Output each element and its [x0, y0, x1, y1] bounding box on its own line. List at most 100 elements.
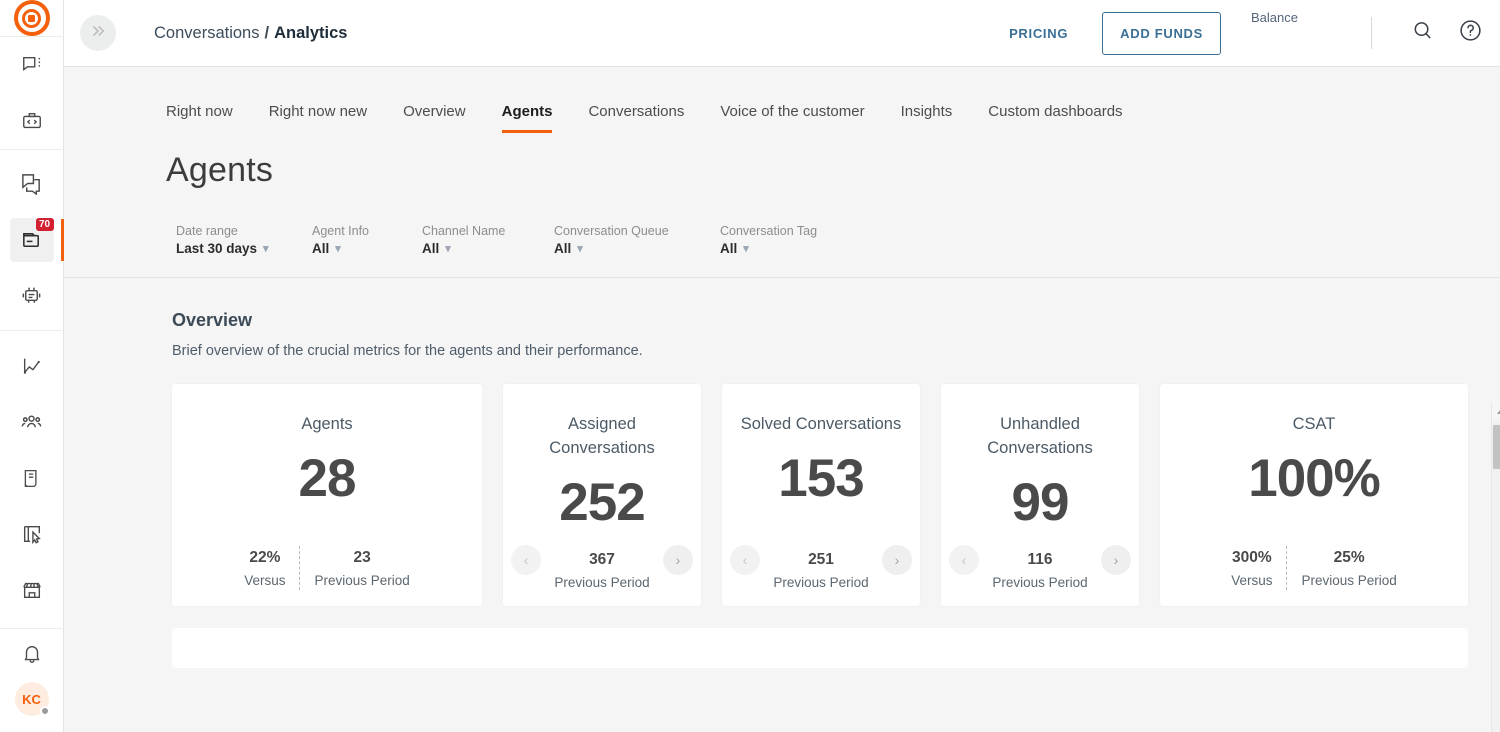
filter-conversation-tag-label: Conversation Tag: [720, 224, 860, 238]
metric-cards: Agents 28 22% Versus 23 Previous Period: [172, 384, 1468, 606]
metric-card-value: 153: [778, 452, 863, 505]
metric-previous-label: Previous Period: [314, 573, 409, 588]
filter-channel-name[interactable]: Channel Name All ▾: [422, 208, 544, 256]
filter-conversation-tag[interactable]: Conversation Tag All ▾: [720, 208, 860, 256]
sidebar-item-notifications[interactable]: [10, 643, 54, 666]
header-divider: [1371, 17, 1372, 49]
add-funds-button[interactable]: ADD FUNDS: [1102, 12, 1221, 55]
metric-previous: 116 Previous Period: [978, 551, 1101, 590]
sidebar-item-analytics[interactable]: 70: [10, 218, 54, 262]
breadcrumb-parent[interactable]: Conversations: [154, 24, 259, 43]
sidebar-badge-count: 70: [36, 218, 54, 231]
filter-date-range-value[interactable]: Last 30 days ▾: [176, 241, 302, 256]
tab-voice-of-the-customer[interactable]: Voice of the customer: [720, 103, 864, 133]
filter-date-range-text: Last 30 days: [176, 241, 257, 256]
scroll-up-arrow-icon: [1497, 409, 1500, 414]
expand-sidebar-button[interactable]: [80, 15, 116, 51]
filter-channel-name-label: Channel Name: [422, 224, 544, 238]
metric-prev-button[interactable]: ‹: [730, 545, 760, 575]
balance-display: Balance: [1251, 10, 1361, 56]
filter-agent-info-value[interactable]: All ▾: [312, 241, 412, 256]
help-circle-icon: [1458, 18, 1483, 48]
chevron-right-icon: ›: [895, 552, 900, 568]
metric-previous-value: 23: [314, 549, 409, 567]
filter-agent-info-text: All: [312, 241, 329, 256]
chevron-right-icon: ›: [1114, 552, 1119, 568]
developer-kit-icon: [21, 110, 43, 132]
next-section-card: [172, 628, 1468, 668]
chevron-left-icon: ‹: [962, 552, 967, 568]
sidebar-item-knowledge-base[interactable]: [10, 456, 54, 500]
sidebar-item-developer[interactable]: [10, 99, 54, 143]
filter-conversation-queue[interactable]: Conversation Queue All ▾: [554, 208, 710, 256]
tab-custom-dashboards[interactable]: Custom dashboards: [988, 103, 1122, 133]
knowledge-book-icon: [21, 468, 42, 489]
filter-conversation-tag-text: All: [720, 241, 737, 256]
metric-previous: 251 Previous Period: [759, 551, 882, 590]
chevron-down-icon: ▾: [263, 242, 269, 255]
balance-label: Balance: [1251, 10, 1361, 25]
breadcrumb-current: Analytics: [274, 24, 347, 43]
metric-prev-button[interactable]: ‹: [949, 545, 979, 575]
metric-card-value: 252: [559, 476, 644, 529]
metric-card-footer: 22% Versus 23 Previous Period: [172, 546, 482, 590]
tab-overview[interactable]: Overview: [403, 103, 466, 133]
metric-versus-label: Versus: [244, 573, 285, 588]
metric-previous-value: 367: [554, 551, 649, 569]
scroll-up-button[interactable]: [1492, 403, 1500, 420]
left-nav-rail: 70: [0, 0, 64, 732]
conversation-copy-icon: [20, 172, 43, 195]
metric-previous-value: 25%: [1301, 549, 1396, 567]
filter-date-range[interactable]: Date range Last 30 days ▾: [176, 208, 302, 256]
target-logo: [14, 0, 50, 36]
filter-date-range-label: Date range: [176, 224, 302, 238]
sidebar-item-bots[interactable]: [10, 274, 54, 318]
tab-conversations[interactable]: Conversations: [588, 103, 684, 133]
metric-versus-value: 300%: [1231, 549, 1272, 567]
filter-conversation-queue-value[interactable]: All ▾: [554, 241, 710, 256]
rail-group-secondary: 70: [0, 150, 64, 324]
sidebar-item-widgets[interactable]: [10, 512, 54, 556]
sidebar-item-contacts[interactable]: [10, 400, 54, 444]
tab-agents[interactable]: Agents: [502, 103, 553, 133]
metric-prev-button[interactable]: ‹: [511, 545, 541, 575]
chat-messages-icon: [21, 54, 43, 76]
vertical-scrollbar[interactable]: [1491, 403, 1500, 732]
filter-channel-name-value[interactable]: All ▾: [422, 241, 544, 256]
chevron-left-icon: ‹: [743, 552, 748, 568]
filter-conversation-tag-value[interactable]: All ▾: [720, 241, 860, 256]
top-header: Conversations / Analytics PRICING ADD FU…: [64, 0, 1500, 67]
metric-next-button[interactable]: ›: [882, 545, 912, 575]
avatar[interactable]: KC: [15, 682, 49, 716]
tab-right-now-new[interactable]: Right now new: [269, 103, 367, 133]
overview-section: Overview Brief overview of the crucial m…: [64, 310, 1500, 668]
filter-conversation-queue-label: Conversation Queue: [554, 224, 710, 238]
app-logo[interactable]: [0, 0, 64, 37]
search-button[interactable]: [1402, 13, 1442, 53]
sidebar-item-reports[interactable]: [10, 344, 54, 388]
page-title: Agents: [64, 133, 1500, 190]
filter-agent-info-label: Agent Info: [312, 224, 412, 238]
tab-right-now[interactable]: Right now: [166, 103, 233, 133]
metric-card-agents: Agents 28 22% Versus 23 Previous Period: [172, 384, 482, 606]
overview-title: Overview: [172, 310, 1468, 331]
sidebar-item-conversation-history[interactable]: [10, 162, 54, 206]
metric-card-footer: 300% Versus 25% Previous Period: [1160, 546, 1468, 590]
archive-inbox-icon: [20, 228, 43, 251]
sidebar-item-conversations[interactable]: [10, 43, 54, 87]
sidebar-item-marketplace[interactable]: [10, 568, 54, 612]
metric-card-value: 99: [1012, 476, 1069, 529]
filter-agent-info[interactable]: Agent Info All ▾: [312, 208, 412, 256]
metric-card-assigned-conversations: Assigned Conversations 252 367 Previous …: [503, 384, 701, 606]
metric-previous-label: Previous Period: [992, 575, 1087, 590]
search-icon: [1411, 19, 1434, 47]
tab-insights[interactable]: Insights: [901, 103, 953, 133]
metric-next-button[interactable]: ›: [1101, 545, 1131, 575]
analytics-tabs: Right now Right now new Overview Agents …: [64, 67, 1500, 133]
help-button[interactable]: [1450, 13, 1490, 53]
pricing-link[interactable]: PRICING: [999, 18, 1078, 49]
metric-next-button[interactable]: ›: [663, 545, 693, 575]
scrollbar-thumb[interactable]: [1493, 425, 1500, 469]
overview-subtitle: Brief overview of the crucial metrics fo…: [172, 343, 1468, 359]
page-scroll-area: Agents Date range Last 30 days ▾ Agent I…: [64, 133, 1500, 732]
